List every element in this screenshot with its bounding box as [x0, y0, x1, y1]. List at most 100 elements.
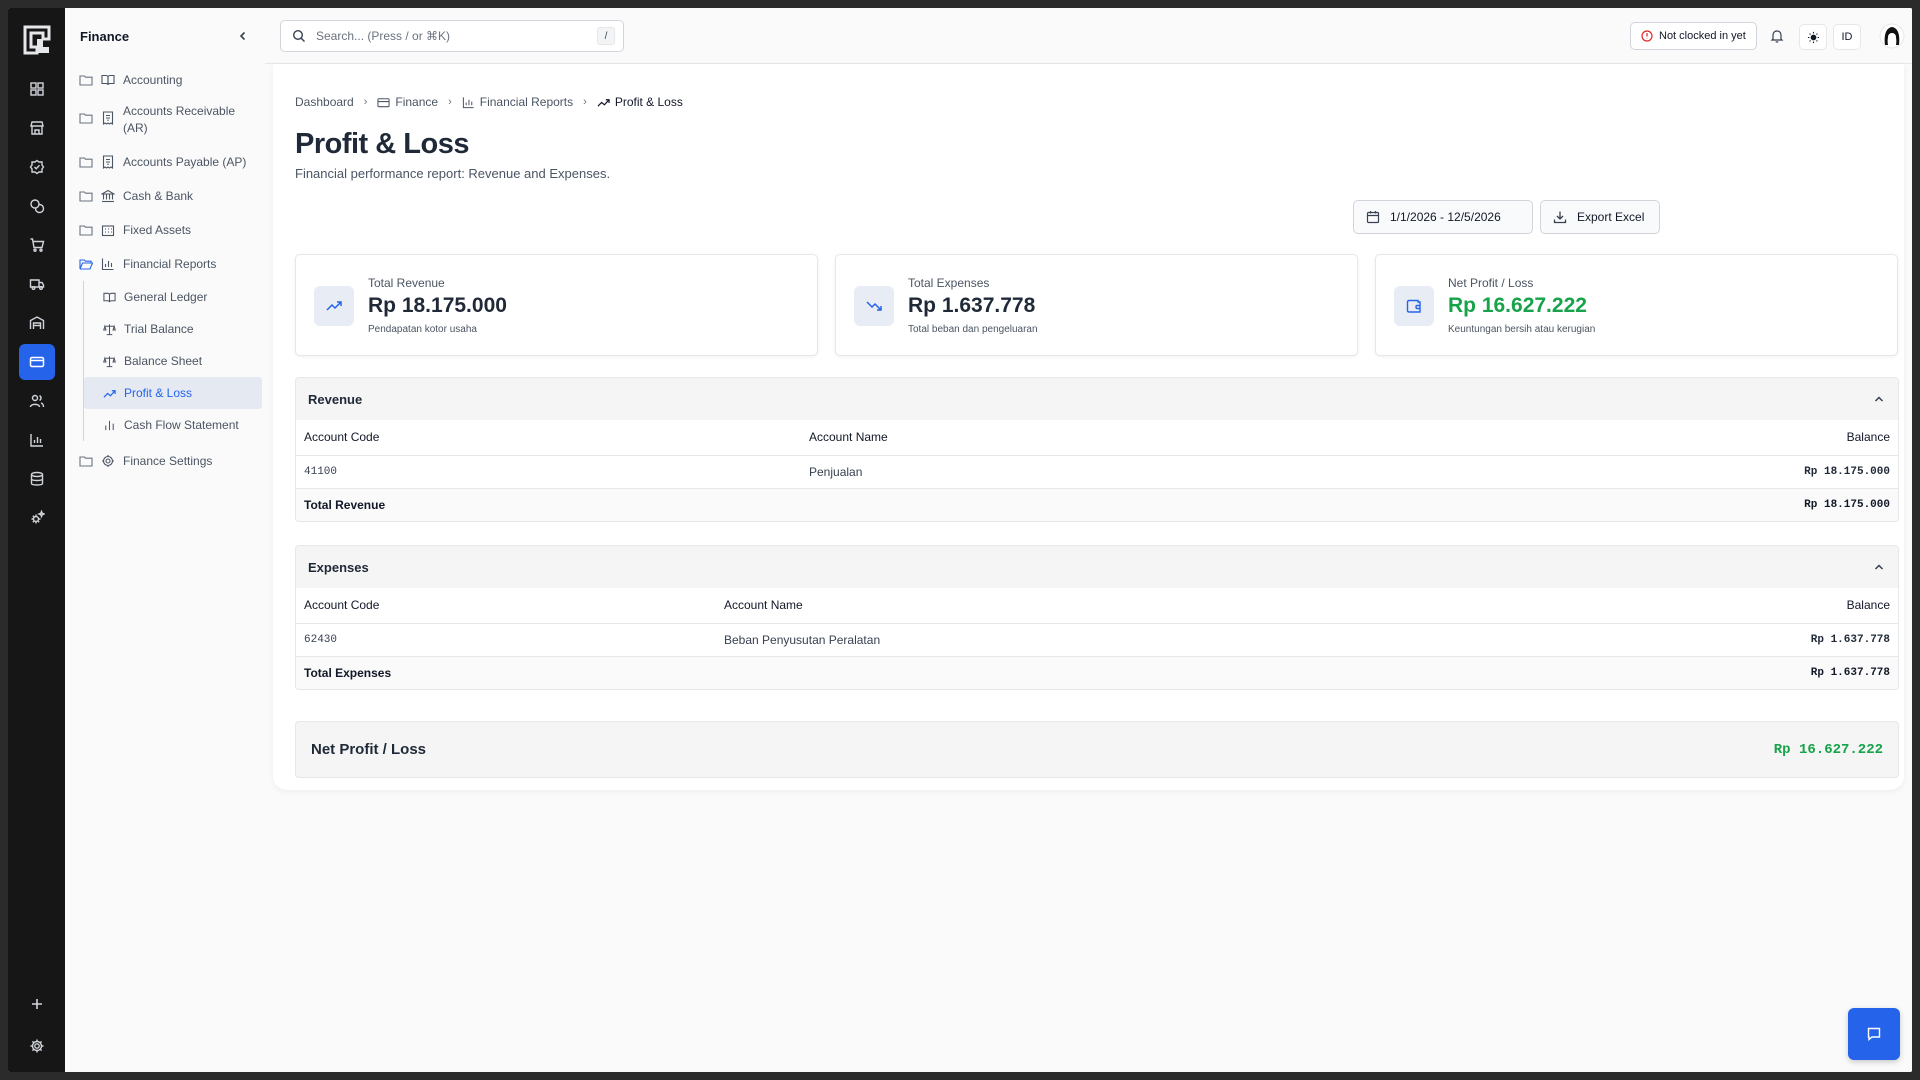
database-icon[interactable]: [19, 461, 55, 497]
clock-status-badge[interactable]: Not clocked in yet: [1630, 22, 1757, 50]
breadcrumb-item[interactable]: Finance: [395, 95, 438, 109]
sidebar-item-fixed-assets[interactable]: Fixed Assets: [65, 222, 265, 239]
account-balance: Rp 18.175.000: [1329, 455, 1898, 489]
column-header: Account Code: [296, 588, 716, 624]
sidebar-item-label: Balance Sheet: [124, 354, 203, 368]
sidebar-item-label: Cash & Bank: [123, 189, 194, 203]
stat-value: Rp 18.175.000: [368, 294, 507, 317]
gear-icon: [102, 455, 114, 467]
sidebar-item-general-ledger[interactable]: General Ledger: [84, 281, 265, 313]
language-switch-button[interactable]: ID: [1833, 24, 1861, 50]
sidebar-item-accounting[interactable]: Accounting: [65, 72, 265, 89]
sidebar-item-cash-bank[interactable]: Cash & Bank: [65, 188, 265, 205]
app-logo[interactable]: [23, 25, 51, 55]
chevron-up-icon[interactable]: [1872, 560, 1886, 574]
trending-down-icon: [854, 286, 894, 326]
bar-chart-icon: [462, 96, 474, 108]
account-balance: Rp 1.637.778: [1477, 623, 1898, 657]
book-icon: [103, 292, 116, 302]
sidebar: Finance Accounting Accounts Receivable (…: [65, 8, 265, 1072]
cart-icon[interactable]: [19, 227, 55, 263]
book-icon: [101, 74, 115, 86]
stat-description: Keuntungan bersih atau kerugian: [1448, 324, 1596, 335]
notifications-button[interactable]: [1765, 24, 1789, 48]
truck-icon[interactable]: [19, 266, 55, 302]
folder-icon: [79, 113, 93, 124]
icon-rail: [8, 8, 65, 1072]
breadcrumb-item[interactable]: Dashboard: [295, 95, 354, 109]
stat-value: Rp 16.627.222: [1448, 294, 1587, 317]
sidebar-item-cash-flow-statement[interactable]: Cash Flow Statement: [84, 409, 265, 441]
page-subtitle: Financial performance report: Revenue an…: [295, 166, 611, 181]
sidebar-item-balance-sheet[interactable]: Balance Sheet: [84, 345, 265, 377]
sidebar-item-label: General Ledger: [124, 290, 208, 304]
folder-open-icon: [79, 259, 93, 270]
sidebar-item-profit-loss[interactable]: Profit & Loss: [84, 377, 262, 409]
expenses-section: Expenses Account Code Account Name Balan…: [295, 545, 1899, 690]
finance-icon[interactable]: [18, 344, 55, 380]
language-label: ID: [1841, 31, 1853, 43]
account-code: 62430: [296, 623, 716, 657]
trending-up-icon: [597, 98, 610, 107]
warehouse-icon[interactable]: [19, 305, 55, 341]
sidebar-item-trial-balance[interactable]: Trial Balance: [84, 313, 265, 345]
account-name: Beban Penyusutan Peralatan: [716, 623, 1477, 657]
bar-chart-icon: [105, 420, 114, 430]
sidebar-item-label: Finance Settings: [123, 454, 213, 468]
analytics-icon[interactable]: [19, 422, 55, 458]
collapse-sidebar-button[interactable]: [235, 28, 251, 44]
dashboard-icon[interactable]: [19, 71, 55, 107]
theme-toggle-button[interactable]: [1799, 24, 1827, 50]
user-avatar[interactable]: [1879, 23, 1905, 49]
total-row: Total Revenue Rp 18.175.000: [296, 488, 1898, 521]
export-excel-button[interactable]: Export Excel: [1540, 200, 1660, 234]
folder-icon: [79, 191, 93, 202]
sidebar-item-label: Profit & Loss: [124, 386, 193, 400]
sun-icon: [1807, 31, 1819, 43]
sidebar-item-label: Cash Flow Statement: [124, 418, 239, 432]
revenue-section-header[interactable]: Revenue: [296, 378, 1898, 420]
net-profit-summary: Net Profit / Loss Rp 16.627.222: [295, 721, 1899, 778]
users-icon[interactable]: [19, 383, 55, 419]
building-icon: [101, 225, 115, 237]
store-icon[interactable]: [19, 110, 55, 146]
total-value: Rp 1.637.778: [1477, 656, 1898, 689]
breadcrumb-item[interactable]: Financial Reports: [480, 95, 573, 109]
account-name: Penjualan: [801, 455, 1330, 489]
stat-value: Rp 1.637.778: [908, 294, 1036, 317]
chat-button[interactable]: [1848, 1008, 1900, 1060]
stat-label: Total Revenue: [368, 276, 445, 290]
search-input[interactable]: Search... (Press / or ⌘K) /: [280, 20, 624, 52]
sidebar-header: Finance: [65, 8, 265, 64]
expenses-section-header[interactable]: Expenses: [296, 546, 1898, 588]
calendar-icon: [1366, 211, 1380, 224]
page-title: Profit & Loss: [295, 128, 469, 160]
chevron-up-icon[interactable]: [1872, 392, 1886, 406]
bank-icon: [101, 189, 115, 203]
credit-card-icon: [377, 97, 390, 107]
stat-description: Total beban dan pengeluaran: [908, 324, 1038, 335]
column-header: Account Name: [801, 420, 1330, 456]
sparkle-settings-icon[interactable]: [19, 500, 55, 536]
total-label: Total Revenue: [296, 488, 801, 521]
coins-icon[interactable]: [19, 188, 55, 224]
stat-card-total-expenses: Total Expenses Rp 1.637.778 Total beban …: [835, 254, 1358, 356]
scale-icon: [103, 355, 116, 367]
app-window: Finance Accounting Accounts Receivable (…: [8, 8, 1912, 1072]
add-icon[interactable]: [19, 986, 55, 1022]
sidebar-item-label: Accounts Payable (AP): [123, 155, 247, 169]
account-code: 41100: [296, 455, 801, 489]
sidebar-item-accounts-payable[interactable]: Accounts Payable (AP): [65, 154, 265, 171]
sidebar-item-label: Financial Reports: [123, 257, 217, 271]
section-title: Revenue: [308, 391, 363, 407]
column-header: Account Code: [296, 420, 801, 456]
date-range-value: 1/1/2026 - 12/5/2026: [1390, 210, 1501, 224]
date-range-picker[interactable]: 1/1/2026 - 12/5/2026: [1353, 200, 1533, 234]
sidebar-item-financial-reports[interactable]: Financial Reports: [65, 256, 265, 273]
badge-check-icon[interactable]: [19, 149, 55, 185]
receipt-icon: [102, 155, 114, 169]
sidebar-item-finance-settings[interactable]: Finance Settings: [65, 453, 265, 470]
financial-reports-submenu: General Ledger Trial Balance Balance She…: [83, 281, 265, 441]
gear-icon[interactable]: [19, 1028, 55, 1064]
sidebar-item-accounts-receivable[interactable]: Accounts Receivable (AR): [65, 103, 265, 137]
